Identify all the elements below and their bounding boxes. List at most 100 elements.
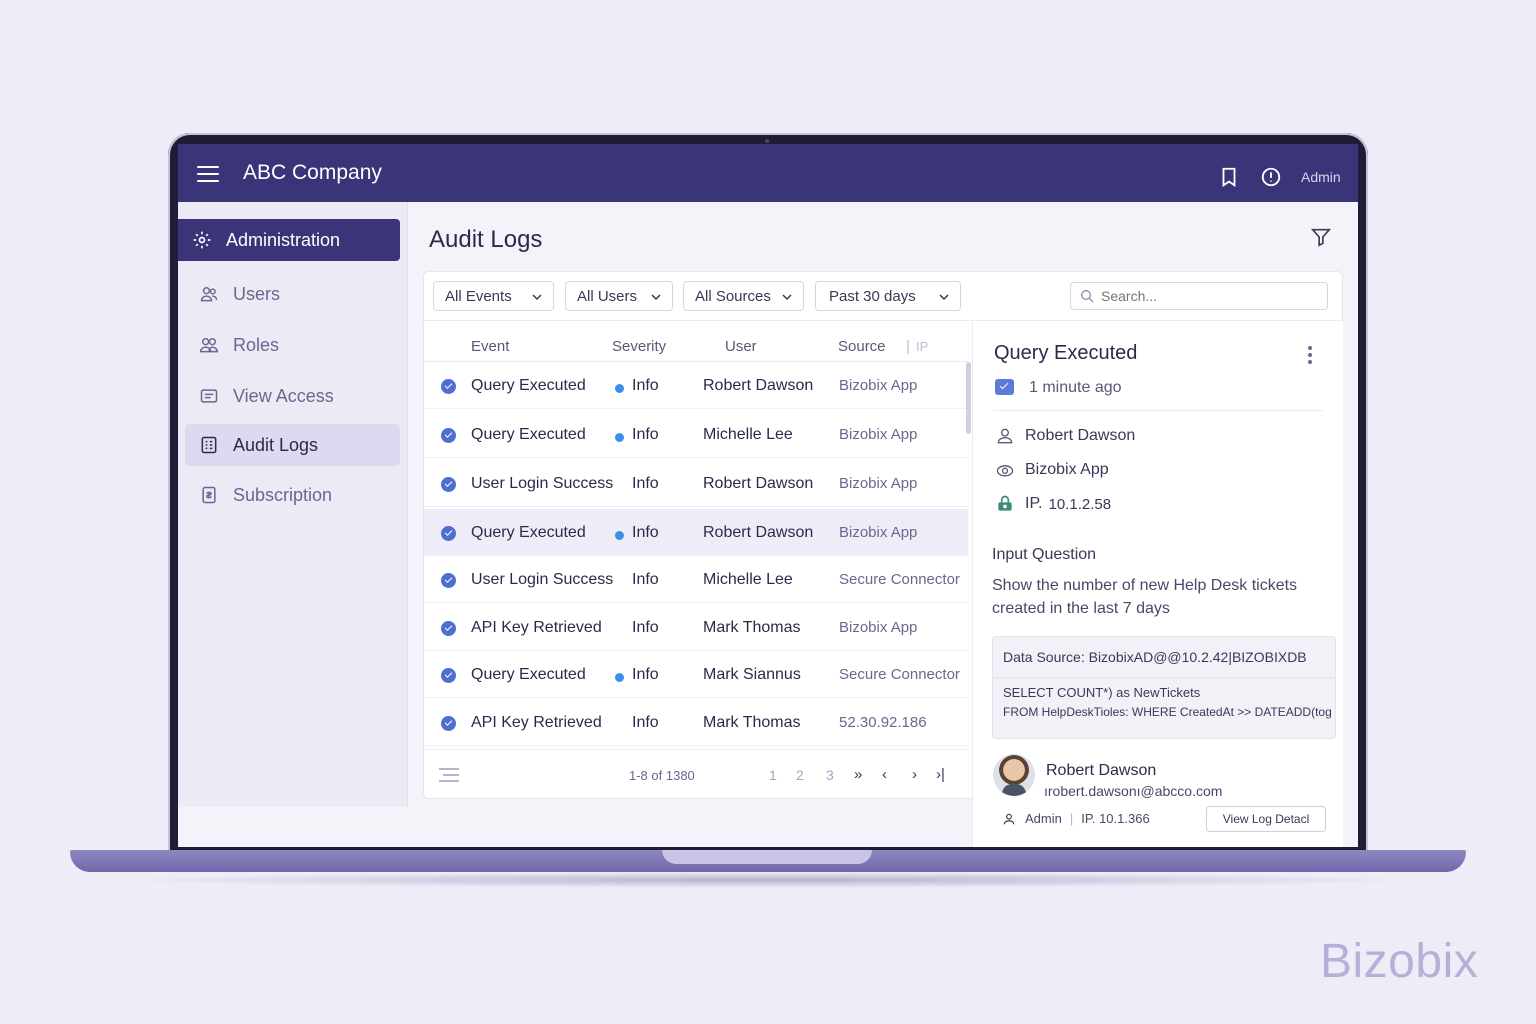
sidebar-item-administration[interactable]: Administration <box>178 219 400 261</box>
detail-ip-value: 10.1.2.58 <box>1048 495 1112 513</box>
events-filter-label: All Events <box>445 287 512 305</box>
col-severity[interactable]: Severity <box>612 338 666 355</box>
person-icon <box>1002 812 1016 826</box>
severity-dot <box>615 531 624 540</box>
sidebar-item-users[interactable]: Users <box>185 273 400 315</box>
next-fast-button[interactable]: » <box>854 766 862 783</box>
cell-source: Secure Connector <box>839 571 960 588</box>
data-source: Data Source: BizobixAD@@10.2.42|BIZOBIXD… <box>1003 649 1307 665</box>
events-filter[interactable]: All Events <box>433 281 554 311</box>
meta-separator: | <box>1069 811 1074 826</box>
date-range-filter[interactable]: Past 30 days <box>815 281 961 311</box>
date-range-filter-label: Past 30 days <box>829 287 916 305</box>
page-2[interactable]: 2 <box>796 767 804 783</box>
camera <box>765 139 769 143</box>
page-1[interactable]: 1 <box>769 767 777 783</box>
laptop-shadow <box>110 872 1426 888</box>
app-icon <box>995 460 1015 480</box>
next-page-button[interactable]: › <box>912 766 917 783</box>
sources-filter-label: All Sources <box>695 287 771 305</box>
info-icon[interactable] <box>1260 166 1282 188</box>
view-log-details-button[interactable]: View Log Detacl <box>1206 806 1326 832</box>
check-circle-icon <box>441 526 456 541</box>
cell-severity: Info <box>632 524 659 541</box>
check-circle-icon <box>441 428 456 443</box>
sidebar-item-audit-logs[interactable]: Audit Logs <box>185 424 400 466</box>
user-menu[interactable]: Admin <box>1301 169 1341 185</box>
table-row[interactable]: Query Executed Info Michelle Lee Bizobix Ap… <box>424 411 968 458</box>
table-row[interactable]: API Key Retrieved Info Mark Thomas 52.30.92… <box>424 699 968 746</box>
menu-icon[interactable] <box>197 166 219 182</box>
search-input[interactable] <box>1101 288 1301 304</box>
users-icon <box>199 284 219 304</box>
sidebar-item-view-access[interactable]: View Access <box>185 375 400 417</box>
check-circle-icon <box>441 668 456 683</box>
chevron-down-icon <box>651 294 661 301</box>
page-3[interactable]: 3 <box>826 767 834 783</box>
query-block: Data Source: BizobixAD@@10.2.42|BIZOBIXD… <box>992 636 1336 739</box>
table-row[interactable]: User Login Success Info Michelle Lee Secure… <box>424 556 968 603</box>
col-ip[interactable]: IP <box>916 339 928 354</box>
top-bar: ABC Company Admin <box>178 144 1358 202</box>
audit-table: Event Severity User Source | IP Query Ex… <box>424 322 968 799</box>
sidebar-item-subscription[interactable]: Subscription <box>185 474 400 516</box>
users-filter[interactable]: All Users <box>565 281 673 311</box>
severity-dot <box>615 433 624 442</box>
divider <box>993 677 1335 678</box>
table-row[interactable]: Query Executed Info Robert Dawson Bizobix A… <box>424 509 968 556</box>
cell-event: API Key Retrieved <box>471 619 602 636</box>
detail-ip-label: IP. <box>1025 495 1043 512</box>
app-title: ABC Company <box>243 161 382 184</box>
sidebar-item-label: Administration <box>226 229 341 250</box>
check-circle-icon <box>441 379 456 394</box>
input-question-label: Input Question <box>992 546 1097 563</box>
list-density-icon[interactable] <box>438 767 460 783</box>
cell-severity: Info <box>632 619 659 636</box>
cell-event: Query Executed <box>471 426 586 443</box>
detail-source-name: Bizobix App <box>1025 461 1109 478</box>
sidebar-item-roles[interactable]: Roles <box>185 324 400 366</box>
search-box[interactable] <box>1070 282 1328 310</box>
cell-source: Bizobix App <box>839 475 918 492</box>
cell-user: Mark Thomas <box>703 619 801 636</box>
check-circle-icon <box>441 477 456 492</box>
col-event[interactable]: Event <box>471 338 509 355</box>
more-options-icon[interactable] <box>1308 346 1314 364</box>
table-row[interactable]: Query Executed Info Mark Siannus Secure Con… <box>424 651 968 698</box>
detail-source: Bizobix App <box>995 460 1109 480</box>
cell-source: Secure Connector <box>839 666 960 683</box>
filter-icon[interactable] <box>1310 226 1332 248</box>
table-scrollbar[interactable] <box>966 362 971 434</box>
detail-user-name: Robert Dawson <box>1025 427 1136 444</box>
col-source[interactable]: Source <box>838 338 886 355</box>
users-filter-label: All Users <box>577 287 638 305</box>
cell-event: API Key Retrieved <box>471 714 602 731</box>
chevron-down-icon <box>532 294 542 301</box>
cell-source: Bizobix App <box>839 426 918 443</box>
view-access-icon <box>199 386 219 406</box>
footer-user-ip: IP. 10.1.366 <box>1081 811 1150 826</box>
table-row[interactable]: User Login Success Info Robert Dawson Bizob… <box>424 460 968 507</box>
cell-severity: Info <box>632 571 659 588</box>
bookmark-icon[interactable] <box>1218 166 1240 188</box>
detail-title: Query Executed <box>994 342 1138 364</box>
cell-user: Robert Dawson <box>703 524 814 541</box>
detail-timestamp: 1 minute ago <box>1029 379 1122 396</box>
sources-filter[interactable]: All Sources <box>683 281 804 311</box>
page-title: Audit Logs <box>429 226 543 253</box>
prev-page-button[interactable]: ‹ <box>882 766 887 783</box>
footer-user-email: ırobert.dawsonı@abcco.com <box>1044 783 1223 799</box>
col-user[interactable]: User <box>725 338 757 355</box>
footer-user-role: Admin <box>1025 811 1062 826</box>
table-row[interactable]: API Key Retrieved Info Mark Thomas Bizobix … <box>424 604 968 651</box>
cell-user: Robert Dawson <box>703 475 814 492</box>
last-page-button[interactable]: ›| <box>936 766 945 783</box>
table-row[interactable]: Query Executed Info Robert Dawson Bizobix A… <box>424 362 968 409</box>
check-circle-icon <box>441 716 456 731</box>
cell-severity: Info <box>632 666 659 683</box>
cell-user: Mark Thomas <box>703 714 801 731</box>
chevron-down-icon <box>939 294 949 301</box>
cell-user: Mark Siannus <box>703 666 801 683</box>
severity-dot <box>615 673 624 682</box>
severity-dot <box>615 384 624 393</box>
